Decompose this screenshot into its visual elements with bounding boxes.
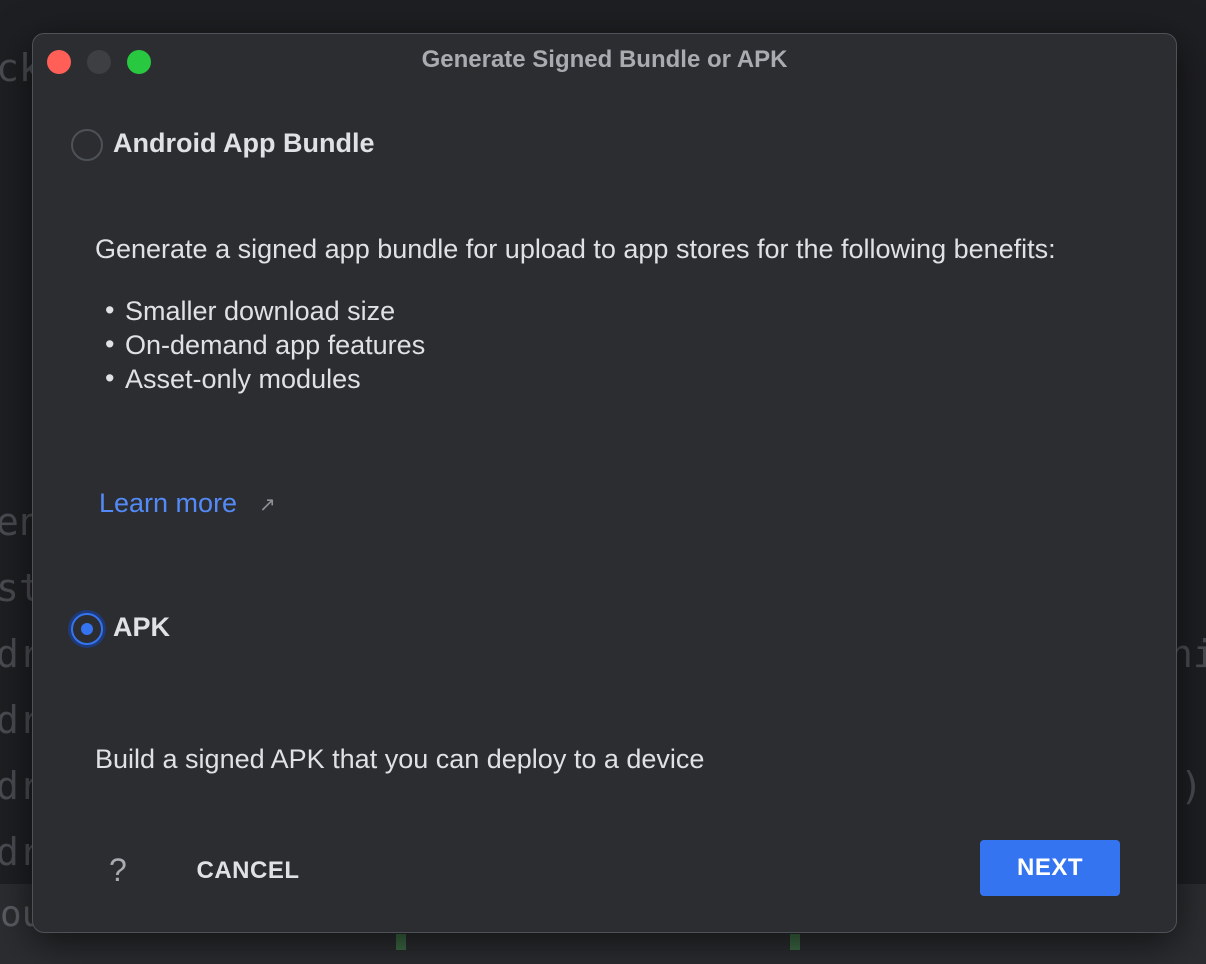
bundle-radio[interactable] (71, 129, 103, 161)
external-link-icon: ↗ (259, 494, 276, 516)
bundle-description: Generate a signed app bundle for upload … (95, 234, 1056, 264)
editor-marker (790, 934, 800, 950)
list-item: Asset-only modules (105, 361, 425, 396)
apk-option-label[interactable]: APK (113, 612, 170, 643)
learn-more-link[interactable]: Learn more (99, 488, 237, 519)
dialog-title: Generate Signed Bundle or APK (421, 46, 788, 73)
editor-marker (396, 934, 406, 950)
benefits-list: Smaller download size On-demand app feat… (105, 293, 425, 396)
next-button[interactable]: NEXT (980, 840, 1120, 896)
apk-description: Build a signed APK that you can deploy t… (95, 744, 705, 774)
title-bar: Generate Signed Bundle or APK (33, 34, 1176, 88)
cancel-button[interactable]: CANCEL (183, 854, 313, 888)
list-item: Smaller download size (105, 293, 425, 328)
bundle-option-label[interactable]: Android App Bundle (113, 128, 374, 159)
list-item: On-demand app features (105, 327, 425, 362)
help-icon[interactable]: ? (109, 852, 127, 889)
generate-signed-dialog: Generate Signed Bundle or APK Android Ap… (32, 33, 1177, 933)
apk-radio[interactable] (71, 613, 103, 645)
